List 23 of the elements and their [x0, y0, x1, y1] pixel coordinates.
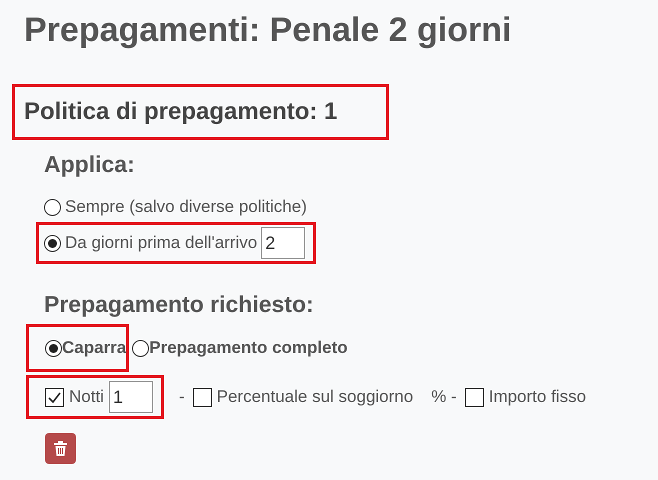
option-label: Da giorni prima dell'arrivo	[65, 232, 258, 254]
trash-icon	[54, 441, 67, 456]
checkbox[interactable]	[192, 388, 212, 406]
checkbox[interactable]	[45, 388, 64, 406]
separator-text: -	[178, 386, 185, 408]
input-field[interactable]: 2	[261, 227, 306, 259]
radio-button[interactable]	[44, 234, 61, 252]
option-label: Sempre (salvo diverse politiche)	[65, 196, 307, 218]
option-label: Notti	[69, 386, 104, 408]
radio-button[interactable]	[44, 198, 61, 216]
option-label: Importo fisso	[488, 386, 586, 408]
section-heading: Prepagamento richiesto:	[44, 290, 315, 318]
radio-button[interactable]	[132, 340, 150, 356]
option-label: Prepagamento completo	[149, 337, 348, 359]
section-heading: Politica di prepagamento: 1	[24, 97, 338, 127]
checkbox[interactable]	[464, 388, 484, 406]
page-title: Prepagamenti: Penale 2 giorni	[24, 10, 512, 50]
input-field[interactable]: 1	[108, 381, 153, 413]
section-heading: Applica:	[44, 150, 136, 178]
option-label: Percentuale sul soggiorno	[216, 386, 414, 408]
delete-button[interactable]	[45, 433, 76, 464]
radio-button[interactable]	[45, 340, 62, 356]
separator-text: % -	[431, 386, 457, 408]
